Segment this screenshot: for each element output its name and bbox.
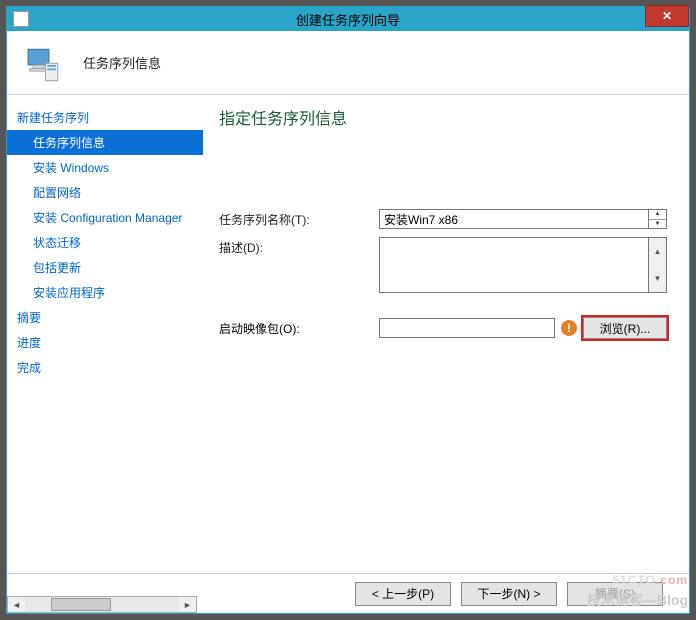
next-button[interactable]: 下一步(N) >	[461, 582, 557, 606]
spinner-down-icon[interactable]: ▼	[649, 220, 666, 229]
boot-label: 启动映像包(O):	[219, 320, 379, 337]
desc-label: 描述(D):	[219, 237, 379, 256]
scroll-track[interactable]	[25, 597, 179, 612]
boot-input[interactable]	[379, 318, 555, 338]
scroll-down-icon[interactable]: ▼	[649, 265, 666, 292]
header-subtitle: 任务序列信息	[83, 53, 161, 72]
row-boot: 启动映像包(O): ! 浏览(R)...	[219, 317, 667, 339]
sidebar-item-configure-network[interactable]: 配置网络	[7, 180, 203, 205]
sidebar-item-summary[interactable]: 摘要	[7, 305, 203, 330]
horizontal-scrollbar[interactable]: ◄ ►	[7, 596, 197, 613]
warning-icon: !	[561, 320, 577, 336]
app-icon	[13, 11, 29, 27]
window-title: 创建任务序列向导	[296, 10, 400, 29]
browse-button[interactable]: 浏览(R)...	[583, 317, 667, 339]
scroll-left-icon[interactable]: ◄	[8, 597, 25, 612]
sidebar-item-info[interactable]: 任务序列信息	[7, 130, 203, 155]
titlebar: 创建任务序列向导 ✕	[7, 7, 689, 31]
wizard-window: 创建任务序列向导 ✕ 任务序列信息 新建任务序列 任务序列信息 安装 Windo…	[6, 6, 690, 614]
desc-textarea[interactable]	[379, 237, 649, 293]
name-input[interactable]	[379, 209, 649, 229]
sidebar-group-new[interactable]: 新建任务序列	[7, 105, 203, 130]
summary-button: 摘要(S)	[567, 582, 663, 606]
wizard-icon	[19, 40, 65, 86]
prev-button[interactable]: < 上一步(P)	[355, 582, 451, 606]
page-title: 指定任务序列信息	[219, 105, 667, 129]
sidebar-item-install-windows[interactable]: 安装 Windows	[7, 155, 203, 180]
sidebar-item-state-migration[interactable]: 状态迁移	[7, 230, 203, 255]
body: 新建任务序列 任务序列信息 安装 Windows 配置网络 安装 Configu…	[7, 95, 689, 573]
main-panel: 指定任务序列信息 任务序列名称(T): ▲ ▼ 描述(D): ▲	[203, 95, 689, 573]
name-spinner[interactable]: ▲ ▼	[649, 209, 667, 229]
row-name: 任务序列名称(T): ▲ ▼	[219, 209, 667, 229]
row-desc: 描述(D): ▲ ▼	[219, 237, 667, 293]
sidebar-item-install-apps[interactable]: 安装应用程序	[7, 280, 203, 305]
sidebar-item-include-updates[interactable]: 包括更新	[7, 255, 203, 280]
sidebar-item-install-cm[interactable]: 安装 Configuration Manager	[7, 205, 203, 230]
name-label: 任务序列名称(T):	[219, 209, 379, 228]
spinner-up-icon[interactable]: ▲	[649, 210, 666, 220]
desc-scrollbar[interactable]: ▲ ▼	[649, 237, 667, 293]
sidebar-item-complete[interactable]: 完成	[7, 355, 203, 380]
close-button[interactable]: ✕	[645, 5, 689, 27]
scroll-up-icon[interactable]: ▲	[649, 238, 666, 265]
scroll-thumb[interactable]	[51, 598, 111, 611]
sidebar: 新建任务序列 任务序列信息 安装 Windows 配置网络 安装 Configu…	[7, 95, 203, 573]
scroll-right-icon[interactable]: ►	[179, 597, 196, 612]
sidebar-item-progress[interactable]: 进度	[7, 330, 203, 355]
header: 任务序列信息	[7, 31, 689, 95]
